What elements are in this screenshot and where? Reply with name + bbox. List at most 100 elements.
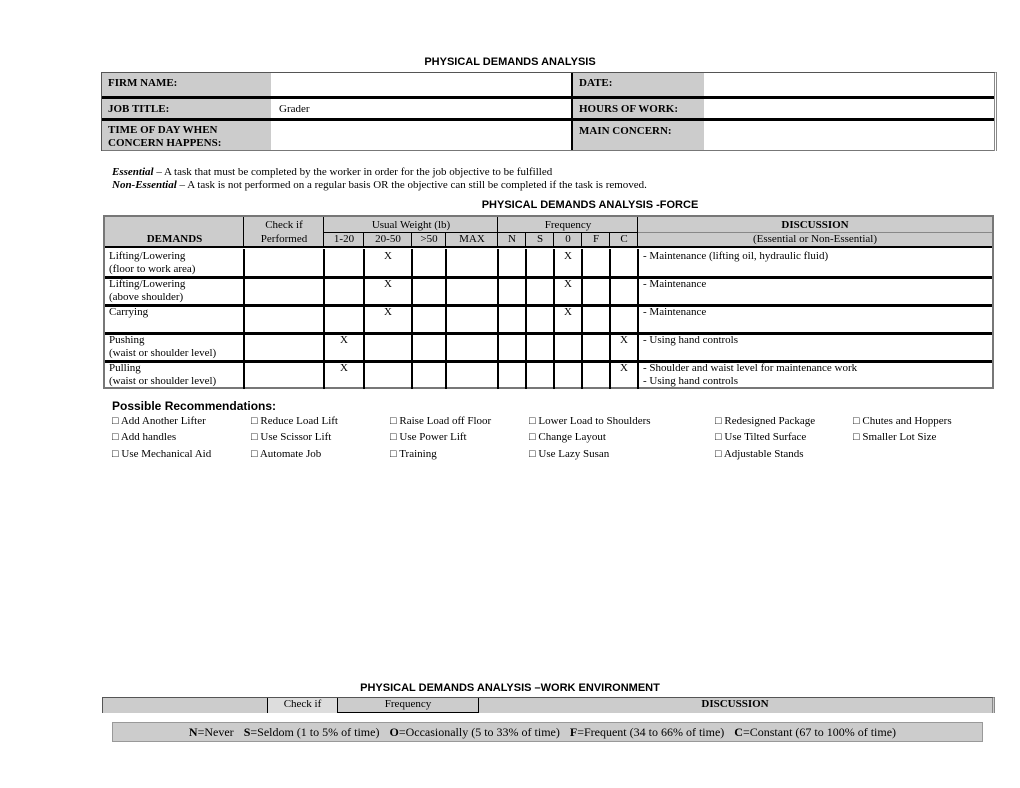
demand-cell: Pulling (waist or shoulder level) <box>109 362 243 388</box>
checkbox-icon[interactable]: □ <box>529 448 536 460</box>
discussion-cell[interactable]: - Shoulder and waist level for maintenan… <box>643 362 992 388</box>
recommendation-checkbox[interactable]: □ Add handles <box>112 431 176 443</box>
frequency-cell[interactable] <box>526 334 554 360</box>
checkbox-icon[interactable]: □ <box>853 431 860 443</box>
checkbox-icon[interactable]: □ <box>390 448 397 460</box>
performed-checkbox-cell[interactable] <box>244 277 324 305</box>
performed-checkbox-cell[interactable] <box>244 361 324 389</box>
checkbox-icon[interactable]: □ <box>251 431 258 443</box>
recommendation-checkbox[interactable]: □ Automate Job <box>251 448 321 460</box>
weight-cell[interactable] <box>324 250 364 276</box>
frequency-cell[interactable] <box>582 250 610 276</box>
grid-line <box>581 249 583 389</box>
frequency-cell[interactable] <box>582 334 610 360</box>
frequency-cell[interactable] <box>582 278 610 304</box>
performed-checkbox-cell[interactable] <box>244 333 324 361</box>
frequency-cell[interactable] <box>498 334 526 360</box>
performed-checkbox-cell[interactable] <box>244 249 324 277</box>
recommendation-checkbox[interactable]: □ Chutes and Hoppers <box>853 415 952 427</box>
frequency-cell[interactable]: X <box>554 278 582 304</box>
weight-cell[interactable] <box>412 362 446 388</box>
discussion-cell[interactable]: - Maintenance (lifting oil, hydraulic fl… <box>643 250 992 276</box>
frequency-cell[interactable] <box>526 306 554 332</box>
frequency-cell[interactable] <box>526 250 554 276</box>
recommendation-checkbox[interactable]: □ Add Another Lifter <box>112 415 206 427</box>
checkbox-icon[interactable]: □ <box>251 448 258 460</box>
frequency-cell[interactable] <box>498 306 526 332</box>
weight-cell[interactable] <box>412 278 446 304</box>
weight-cell[interactable] <box>446 362 498 388</box>
checkbox-icon[interactable]: □ <box>853 415 860 427</box>
checkbox-icon[interactable]: □ <box>390 415 397 427</box>
recommendation-checkbox[interactable]: □ Use Lazy Susan <box>529 448 609 460</box>
date-field[interactable] <box>704 73 992 96</box>
frequency-cell[interactable] <box>610 306 638 332</box>
checkbox-icon[interactable]: □ <box>529 431 536 443</box>
recommendation-checkbox[interactable]: □ Lower Load to Shoulders <box>529 415 651 427</box>
frequency-cell[interactable]: X <box>554 306 582 332</box>
recommendation-checkbox[interactable]: □ Smaller Lot Size <box>853 431 936 443</box>
recommendation-checkbox[interactable]: □ Use Mechanical Aid <box>112 448 211 460</box>
weight-cell[interactable] <box>446 250 498 276</box>
weight-cell[interactable] <box>412 250 446 276</box>
checkbox-icon[interactable]: □ <box>715 448 722 460</box>
frequency-cell[interactable]: X <box>610 362 638 388</box>
frequency-cell[interactable] <box>610 250 638 276</box>
recommendation-checkbox[interactable]: □ Raise Load off Floor <box>390 415 491 427</box>
weight-cell[interactable] <box>446 306 498 332</box>
checkbox-icon[interactable]: □ <box>715 415 722 427</box>
checkbox-icon[interactable]: □ <box>112 431 119 443</box>
grid-line <box>105 276 992 279</box>
weight-cell[interactable] <box>446 278 498 304</box>
recommendation-checkbox[interactable]: □ Use Scissor Lift <box>251 431 331 443</box>
weight-cell[interactable] <box>412 334 446 360</box>
grid-line <box>609 233 610 247</box>
checkbox-icon[interactable]: □ <box>715 431 722 443</box>
weight-cell[interactable]: X <box>364 278 412 304</box>
frequency-cell[interactable] <box>582 362 610 388</box>
weight-cell[interactable]: X <box>364 250 412 276</box>
recommendation-checkbox[interactable]: □ Reduce Load Lift <box>251 415 338 427</box>
frequency-cell[interactable] <box>554 362 582 388</box>
recommendation-checkbox[interactable]: □ Redesigned Package <box>715 415 815 427</box>
checkbox-icon[interactable]: □ <box>251 415 258 427</box>
recommendation-checkbox[interactable]: □ Training <box>390 448 437 460</box>
frequency-cell[interactable] <box>554 334 582 360</box>
discussion-cell[interactable]: - Maintenance <box>643 306 992 332</box>
frequency-cell[interactable]: X <box>610 334 638 360</box>
recommendation-checkbox[interactable]: □ Change Layout <box>529 431 606 443</box>
firm-name-field[interactable] <box>271 73 573 96</box>
time-of-day-field[interactable] <box>271 121 573 150</box>
weight-cell[interactable]: X <box>364 306 412 332</box>
discussion-cell[interactable]: - Maintenance <box>643 278 992 304</box>
weight-cell[interactable]: X <box>324 334 364 360</box>
frequency-cell[interactable] <box>526 278 554 304</box>
recommendation-checkbox[interactable]: □ Adjustable Stands <box>715 448 804 460</box>
frequency-cell[interactable] <box>526 362 554 388</box>
discussion-cell[interactable]: - Using hand controls <box>643 334 992 360</box>
weight-header-3: MAX <box>459 233 485 245</box>
checkbox-icon[interactable]: □ <box>112 415 119 427</box>
recommendation-checkbox[interactable]: □ Use Power Lift <box>390 431 467 443</box>
frequency-cell[interactable]: X <box>554 250 582 276</box>
job-title-field[interactable]: Grader <box>271 99 573 118</box>
weight-cell[interactable] <box>324 278 364 304</box>
weight-cell[interactable] <box>446 334 498 360</box>
hours-of-work-field[interactable] <box>704 99 992 118</box>
frequency-cell[interactable] <box>498 250 526 276</box>
weight-cell[interactable] <box>412 306 446 332</box>
checkbox-icon[interactable]: □ <box>112 448 119 460</box>
weight-cell[interactable] <box>364 362 412 388</box>
checkbox-icon[interactable]: □ <box>390 431 397 443</box>
weight-cell[interactable]: X <box>324 362 364 388</box>
weight-cell[interactable] <box>364 334 412 360</box>
recommendation-checkbox[interactable]: □ Use Tilted Surface <box>715 431 806 443</box>
weight-cell[interactable] <box>324 306 364 332</box>
frequency-cell[interactable] <box>498 278 526 304</box>
frequency-cell[interactable] <box>610 278 638 304</box>
frequency-cell[interactable] <box>582 306 610 332</box>
checkbox-icon[interactable]: □ <box>529 415 536 427</box>
main-concern-field[interactable] <box>704 121 992 150</box>
performed-checkbox-cell[interactable] <box>244 305 324 333</box>
frequency-cell[interactable] <box>498 362 526 388</box>
